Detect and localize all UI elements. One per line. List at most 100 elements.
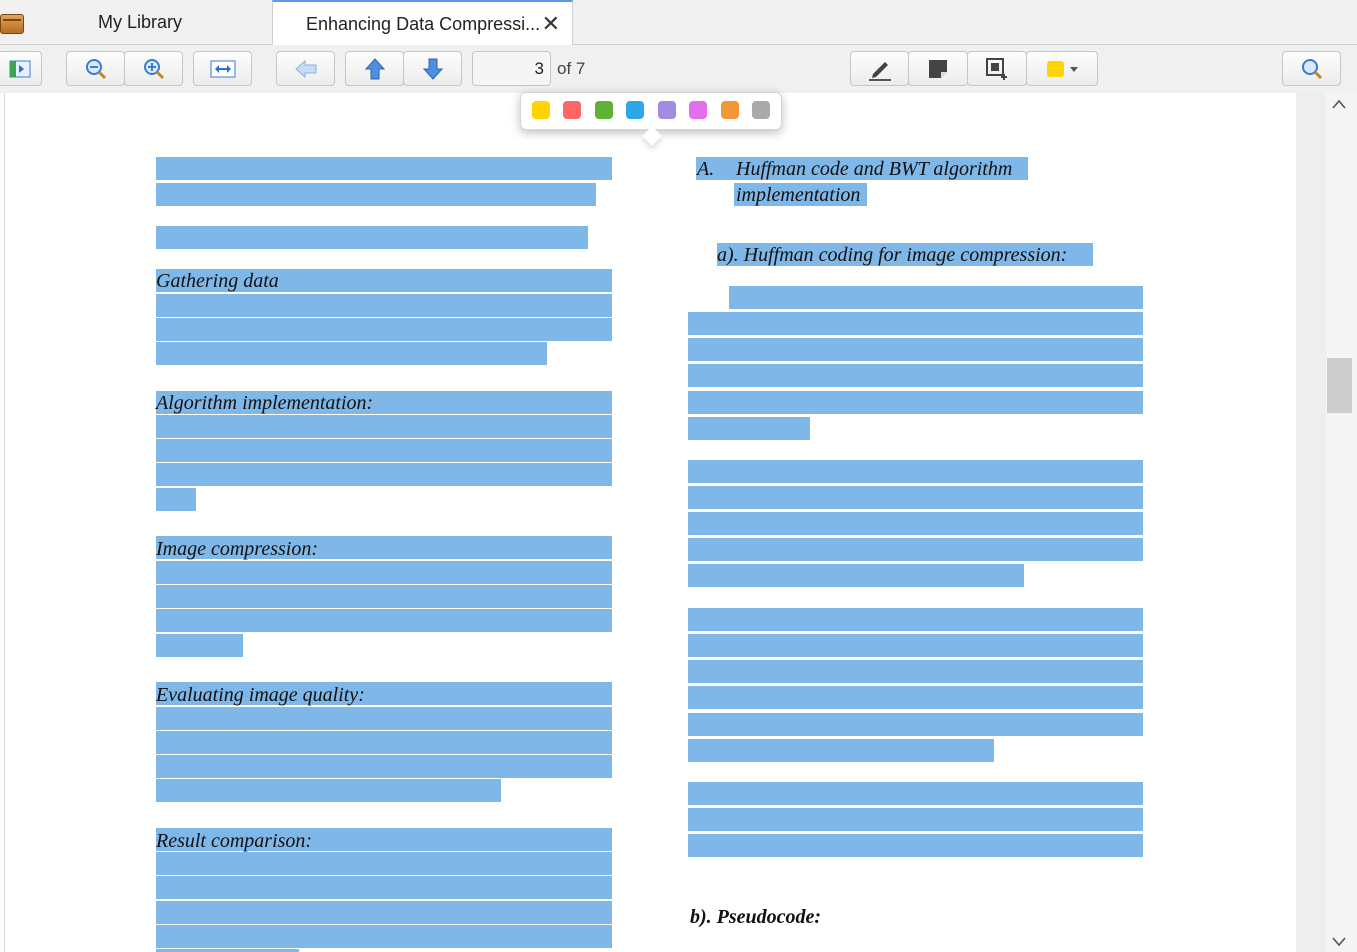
pdf-page[interactable]: Gathering data Algorithm implementation:… <box>4 93 1296 952</box>
sidebar-toggle-button[interactable] <box>0 51 42 86</box>
highlight-block[interactable] <box>688 713 1143 736</box>
highlight-block[interactable] <box>156 779 501 802</box>
highlight-block[interactable] <box>688 538 1143 561</box>
previous-page-button[interactable] <box>345 51 404 86</box>
chevron-down-icon <box>1070 66 1078 72</box>
color-swatch-yellow[interactable] <box>532 101 550 119</box>
back-arrow-icon <box>294 59 316 78</box>
highlight-block[interactable] <box>156 294 612 317</box>
zoom-in-icon <box>143 58 164 79</box>
tab-my-library[interactable]: My Library <box>0 0 272 45</box>
scroll-down-icon[interactable] <box>1332 937 1346 947</box>
tab-document[interactable]: Enhancing Data Compressi... ✕ <box>272 0 573 46</box>
highlight-block[interactable] <box>729 286 1143 309</box>
highlight-block[interactable] <box>688 782 1143 805</box>
highlight-block[interactable] <box>156 415 612 438</box>
highlight-block[interactable] <box>156 609 612 632</box>
highlight-block[interactable] <box>156 852 612 875</box>
fit-width-button[interactable] <box>193 51 252 86</box>
zoom-out-icon <box>85 58 106 79</box>
back-button[interactable] <box>276 51 335 86</box>
scrollbar-thumb[interactable] <box>1327 358 1352 413</box>
heading-evaluating-image-quality: Evaluating image quality: <box>156 684 365 706</box>
note-tool-button[interactable] <box>908 51 968 86</box>
subheading-pseudocode: b). Pseudocode: <box>690 906 822 928</box>
next-page-button[interactable] <box>403 51 462 86</box>
highlight-block[interactable] <box>688 634 1143 657</box>
highlight-block[interactable] <box>156 488 196 511</box>
highlight-block[interactable] <box>156 463 612 486</box>
highlight-tool-button[interactable] <box>850 51 909 86</box>
highlight-block[interactable] <box>688 338 1143 361</box>
highlight-block[interactable] <box>156 731 612 754</box>
library-icon <box>0 14 24 34</box>
color-swatch-magenta[interactable] <box>689 101 707 119</box>
highlight-block[interactable] <box>156 634 243 657</box>
color-picker-icon <box>1047 60 1078 77</box>
highlight-block[interactable] <box>156 707 612 730</box>
fit-width-icon <box>210 60 235 77</box>
area-select-icon <box>986 57 1007 80</box>
search-icon <box>1301 58 1322 79</box>
heading-result-comparison: Result comparison: <box>156 830 313 852</box>
highlight-block[interactable] <box>156 755 612 778</box>
vertical-scrollbar[interactable] <box>1326 93 1357 952</box>
color-swatch-purple[interactable] <box>658 101 676 119</box>
highlight-block[interactable] <box>688 486 1143 509</box>
highlight-block[interactable] <box>688 660 1143 683</box>
scroll-up-icon[interactable] <box>1332 99 1346 109</box>
highlight-block[interactable] <box>688 364 1143 387</box>
highlight-block[interactable] <box>688 460 1143 483</box>
tab-my-library-label: My Library <box>98 12 183 32</box>
next-page-icon <box>422 58 443 80</box>
highlight-block[interactable] <box>156 901 612 924</box>
heading-algorithm-implementation: Algorithm implementation: <box>156 392 374 414</box>
highlight-block[interactable] <box>688 608 1143 631</box>
sidebar-toggle-icon <box>9 60 30 77</box>
page-count-label: of 7 <box>557 59 586 78</box>
previous-page-icon <box>364 57 385 79</box>
highlight-block[interactable] <box>156 585 612 608</box>
color-swatch-gray[interactable] <box>752 101 770 119</box>
search-button[interactable] <box>1282 51 1341 86</box>
highlight-block[interactable] <box>688 417 810 440</box>
note-icon <box>929 59 947 78</box>
highlight-block[interactable] <box>688 686 1143 709</box>
highlight-block[interactable] <box>156 318 612 341</box>
heading-a-line2: implementation <box>736 184 861 206</box>
highlight-block[interactable] <box>156 925 612 948</box>
reader-toolbar: 3 of 7 <box>0 45 1357 93</box>
zoom-out-button[interactable] <box>66 51 125 86</box>
heading-image-compression: Image compression: <box>156 538 319 560</box>
highlight-block[interactable] <box>688 834 1143 857</box>
subheading-huffman-coding: a). Huffman coding for image compression… <box>717 244 1068 266</box>
highlight-block[interactable] <box>688 564 1024 587</box>
highlight-block[interactable] <box>688 391 1143 414</box>
highlight-block[interactable] <box>156 183 596 206</box>
highlight-block[interactable] <box>688 312 1143 335</box>
highlight-color-popup <box>520 92 782 130</box>
highlight-block[interactable] <box>156 342 547 365</box>
highlight-block[interactable] <box>156 876 612 899</box>
zoom-in-button[interactable] <box>124 51 183 86</box>
area-select-tool-button[interactable] <box>967 51 1027 86</box>
highlight-block[interactable] <box>688 739 994 762</box>
document-viewer: Gathering data Algorithm implementation:… <box>0 93 1357 952</box>
highlight-block[interactable] <box>688 512 1143 535</box>
heading-gathering-data: Gathering data <box>156 270 279 292</box>
highlight-block[interactable] <box>156 561 612 584</box>
highlight-pen-icon <box>868 61 891 81</box>
close-tab-icon[interactable]: ✕ <box>542 11 560 37</box>
color-swatch-orange[interactable] <box>721 101 739 119</box>
heading-a-label: A. <box>697 158 715 180</box>
highlight-block[interactable] <box>688 808 1143 831</box>
highlight-block[interactable] <box>156 157 612 180</box>
color-swatch-green[interactable] <box>595 101 613 119</box>
highlight-block[interactable] <box>156 226 588 249</box>
highlight-block[interactable] <box>156 439 612 462</box>
page-number-input[interactable]: 3 <box>472 51 551 86</box>
color-swatch-blue[interactable] <box>626 101 644 119</box>
color-picker-button[interactable] <box>1026 51 1098 86</box>
color-swatch-red[interactable] <box>563 101 581 119</box>
tab-document-label: Enhancing Data Compressi... <box>306 13 541 34</box>
